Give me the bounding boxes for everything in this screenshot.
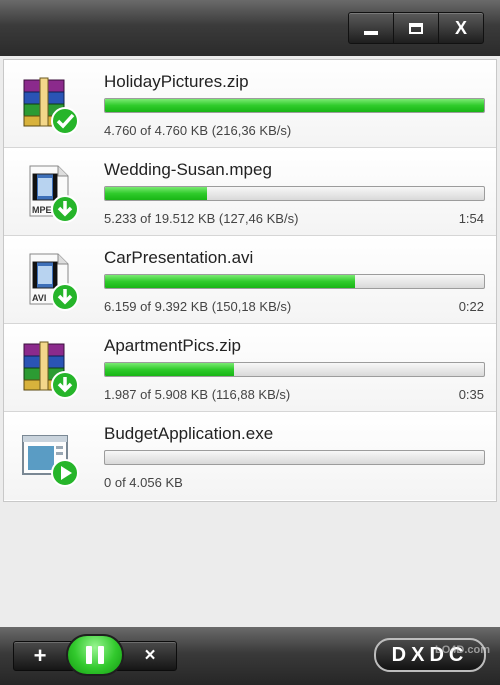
watermark: LO4D.com xyxy=(434,644,490,656)
download-stats: 0 of 4.056 KB xyxy=(104,475,183,490)
download-filename: CarPresentation.avi xyxy=(104,248,254,267)
title-bar[interactable]: X xyxy=(0,0,500,56)
download-filename: ApartmentPics.zip xyxy=(104,336,241,355)
download-stats: 1.987 of 5.908 KB (116,88 KB/s) xyxy=(104,387,291,402)
window-controls: X xyxy=(348,12,484,44)
svg-text:AVI: AVI xyxy=(32,293,46,303)
download-stats: 4.760 of 4.760 KB (216,36 KB/s) xyxy=(104,123,292,138)
download-stats: 6.159 of 9.392 KB (150,18 KB/s) xyxy=(104,299,292,314)
maximize-button[interactable] xyxy=(393,13,438,43)
close-icon: X xyxy=(454,17,467,38)
download-filename: BudgetApplication.exe xyxy=(104,424,274,443)
minimize-icon xyxy=(364,31,378,35)
archive-icon xyxy=(23,341,79,399)
progress-fill xyxy=(105,363,234,376)
toolbar-controls: + × xyxy=(13,634,177,676)
progress-bar xyxy=(104,362,485,377)
download-eta: 1:54 xyxy=(458,211,484,226)
download-item[interactable]: MPE Wedding-Susan.mpeg 5.233 of 19.512 K… xyxy=(4,148,496,236)
progress-fill xyxy=(105,275,356,288)
maximize-icon xyxy=(409,22,423,34)
application-window-icon xyxy=(22,435,79,487)
progress-fill xyxy=(105,99,484,112)
download-eta: 0:22 xyxy=(458,299,484,314)
remove-download-button[interactable]: × xyxy=(126,642,174,670)
pause-icon xyxy=(83,646,107,664)
progress-bar xyxy=(104,274,485,289)
download-item[interactable]: ApartmentPics.zip 1.987 of 5.908 KB (116… xyxy=(4,324,496,412)
pause-button[interactable] xyxy=(66,634,124,676)
progress-bar xyxy=(104,98,485,113)
progress-bar xyxy=(104,450,485,465)
svg-text:MPE: MPE xyxy=(32,205,52,215)
download-item[interactable]: AVI CarPresentation.avi 6.159 of 9.392 K… xyxy=(4,236,496,324)
archive-icon xyxy=(23,77,79,135)
close-button[interactable]: X xyxy=(438,13,483,43)
video-file-icon: MPE xyxy=(29,165,79,223)
bottom-toolbar: + × DXDC xyxy=(0,627,500,685)
progress-bar xyxy=(104,186,485,201)
download-item[interactable]: HolidayPictures.zip 4.760 of 4.760 KB (2… xyxy=(4,60,496,148)
progress-fill xyxy=(105,187,208,200)
check-icon xyxy=(51,107,79,135)
video-file-icon: AVI xyxy=(29,253,79,311)
download-filename: HolidayPictures.zip xyxy=(104,72,249,91)
download-item[interactable]: BudgetApplication.exe 0 of 4.056 KB xyxy=(4,412,496,500)
download-list: HolidayPictures.zip 4.760 of 4.760 KB (2… xyxy=(3,59,497,502)
app-window: X HolidayPictures.zip 4.760 of 4.760 KB … xyxy=(0,0,500,685)
download-filename: Wedding-Susan.mpeg xyxy=(104,160,272,179)
download-stats: 5.233 of 19.512 KB (127,46 KB/s) xyxy=(104,211,299,226)
minimize-button[interactable] xyxy=(349,13,393,43)
add-download-button[interactable]: + xyxy=(16,642,64,670)
download-eta: 0:35 xyxy=(458,387,484,402)
